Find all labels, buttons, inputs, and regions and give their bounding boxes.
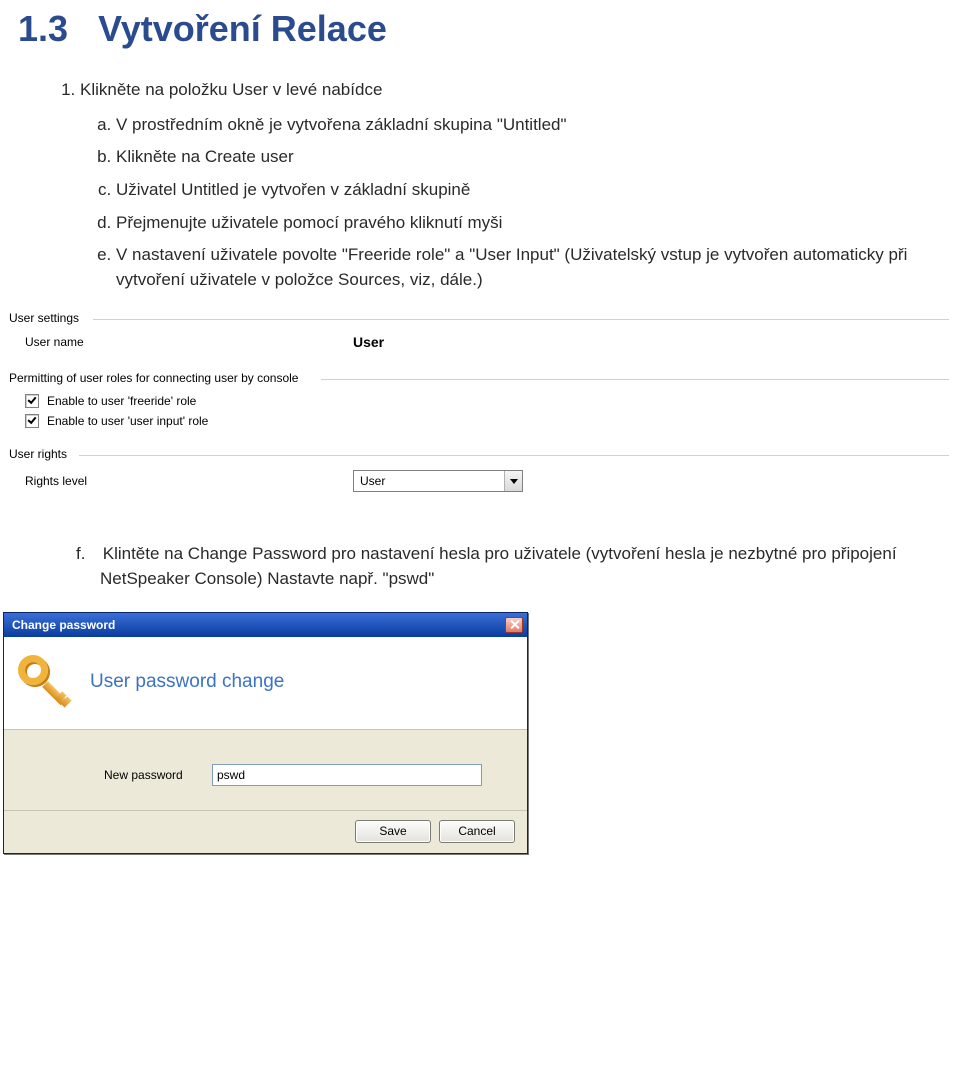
user-settings-panel: User settings User name User Permitting … [3, 310, 955, 506]
userinput-label: Enable to user 'user input' role [47, 414, 208, 428]
group-label-permitting: Permitting of user roles for connecting … [9, 371, 306, 385]
checkmark-icon [28, 415, 37, 424]
divider [93, 319, 949, 320]
chevron-down-icon [510, 479, 518, 484]
dialog-button-bar: Save Cancel [4, 810, 527, 853]
divider [321, 379, 949, 380]
dialog-body: New password pswd [4, 730, 527, 810]
close-button[interactable] [505, 617, 523, 633]
step-c-text: Uživatel Untitled je vytvořen v základní… [116, 180, 470, 199]
group-label-user-settings: User settings [9, 311, 87, 325]
checkmark-icon [28, 395, 37, 404]
sub-steps: V prostředním okně je vytvořena základní… [80, 113, 942, 293]
step-a-text: V prostředním okně je vytvořena základní… [116, 115, 567, 134]
dropdown-button[interactable] [504, 471, 522, 491]
divider [79, 455, 949, 456]
step-b: Klikněte na Create user [116, 145, 942, 170]
section-title-text: Vytvoření Relace [98, 8, 387, 49]
step-1: Klikněte na položku User v levé nabídce … [80, 78, 942, 292]
close-icon [510, 620, 519, 629]
rights-level-label: Rights level [13, 474, 353, 488]
step-f-text: Klintěte na Change Password pro nastaven… [100, 544, 897, 588]
dialog-title: Change password [12, 618, 115, 632]
rights-level-select[interactable]: User [353, 470, 523, 492]
group-permitting: Permitting of user roles for connecting … [3, 370, 955, 440]
step-d: Přejmenujte uživatele pomocí pravého kli… [116, 211, 942, 236]
step-d-text: Přejmenujte uživatele pomocí pravého kli… [116, 213, 502, 232]
user-name-value: User [353, 334, 384, 350]
group-user-settings: User settings User name User [3, 310, 955, 364]
dialog-header-area: User password change [4, 637, 527, 730]
step-f-wrapper: f. Klintěte na Change Password pro nasta… [0, 512, 960, 601]
group-user-rights: User rights Rights level User [3, 446, 955, 506]
new-password-label: New password [104, 768, 212, 782]
step-f-marker: f. [76, 542, 98, 567]
userinput-role-row: Enable to user 'user input' role [13, 414, 945, 428]
user-name-label: User name [13, 335, 353, 349]
section-number: 1.3 [18, 8, 68, 49]
step-c: Uživatel Untitled je vytvořen v základní… [116, 178, 942, 203]
cancel-button[interactable]: Cancel [439, 820, 515, 843]
change-password-dialog: Change password User password change New… [3, 612, 528, 854]
step-b-text: Klikněte na Create user [116, 147, 294, 166]
step-e-text: V nastavení uživatele povolte "Freeride … [116, 245, 907, 289]
new-password-value: pswd [217, 768, 245, 782]
step-a: V prostředním okně je vytvořena základní… [116, 113, 942, 138]
freeride-label: Enable to user 'freeride' role [47, 394, 196, 408]
rights-level-value: User [354, 474, 504, 488]
step-e: V nastavení uživatele povolte "Freeride … [116, 243, 942, 292]
step-1-text: Klikněte na položku User v levé nabídce [80, 80, 382, 99]
dialog-titlebar[interactable]: Change password [4, 613, 527, 637]
numbered-steps: Klikněte na položku User v levé nabídce … [18, 78, 942, 292]
user-name-row: User name User [13, 334, 945, 350]
new-password-input[interactable]: pswd [212, 764, 482, 786]
new-password-row: New password pswd [18, 764, 513, 786]
section-heading: 1.3 Vytvoření Relace [18, 8, 942, 50]
userinput-checkbox[interactable] [25, 414, 39, 428]
key-icon [18, 655, 72, 709]
rights-level-row: Rights level User [13, 470, 945, 492]
freeride-checkbox[interactable] [25, 394, 39, 408]
group-label-user-rights: User rights [9, 447, 75, 461]
freeride-role-row: Enable to user 'freeride' role [13, 394, 945, 408]
dialog-heading: User password change [90, 671, 284, 693]
save-button[interactable]: Save [355, 820, 431, 843]
